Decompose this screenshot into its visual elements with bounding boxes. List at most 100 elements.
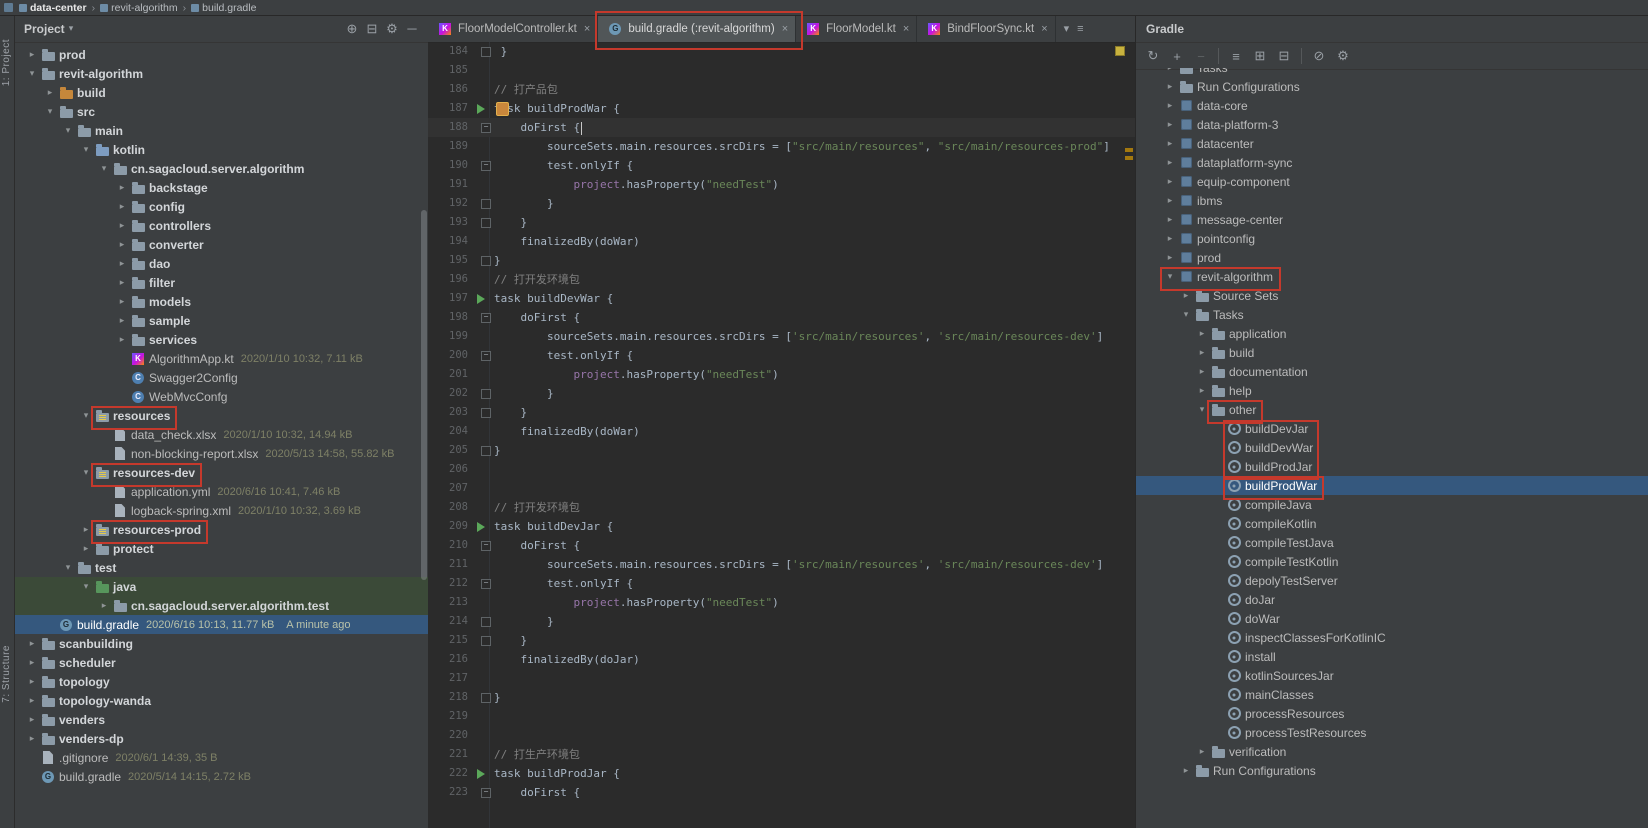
code-line-193[interactable]: 193 } xyxy=(428,213,1135,232)
fold-marker-icon[interactable] xyxy=(481,389,491,399)
breadcrumb-item-data-center[interactable]: data-center xyxy=(19,2,87,14)
collapsed-arrow-icon[interactable]: ▸ xyxy=(1196,366,1208,377)
project-item-main[interactable]: ▾main xyxy=(14,121,428,140)
collapsed-arrow-icon[interactable]: ▸ xyxy=(44,87,56,98)
collapsed-arrow-icon[interactable]: ▸ xyxy=(1164,100,1176,111)
collapsed-arrow-icon[interactable]: ▸ xyxy=(1180,290,1192,301)
expanded-arrow-icon[interactable]: ▾ xyxy=(1180,309,1192,320)
project-item-resources-dev[interactable]: ▾resources-dev xyxy=(14,463,428,482)
collapsed-arrow-icon[interactable]: ▸ xyxy=(1164,68,1176,73)
code-line-198[interactable]: 198− doFirst { xyxy=(428,308,1135,327)
gradle-settings-button[interactable]: ⚙ xyxy=(1332,45,1354,67)
fold-marker-icon[interactable] xyxy=(481,636,491,646)
hidden-tabs-button[interactable]: ▾ xyxy=(1064,22,1070,35)
collapsed-arrow-icon[interactable]: ▸ xyxy=(116,201,128,212)
code-line-220[interactable]: 220 xyxy=(428,726,1135,745)
project-item-models[interactable]: ▸models xyxy=(14,292,428,311)
stripe-structure-button[interactable]: 7: Structure xyxy=(1,645,12,703)
collapsed-arrow-icon[interactable]: ▸ xyxy=(1164,157,1176,168)
code-line-191[interactable]: 191 project.hasProperty("needTest") xyxy=(428,175,1135,194)
project-item-revit-algorithm[interactable]: ▾revit-algorithm xyxy=(14,64,428,83)
gradle-item-source-sets[interactable]: ▸Source Sets xyxy=(1136,286,1648,305)
expanded-arrow-icon[interactable]: ▾ xyxy=(26,68,38,79)
project-item-data-check-xlsx[interactable]: data_check.xlsx2020/1/10 10:32, 14.94 kB xyxy=(14,425,428,444)
project-item-cn-sagacloud-server-algorithm[interactable]: ▾cn.sagacloud.server.algorithm xyxy=(14,159,428,178)
project-item-sample[interactable]: ▸sample xyxy=(14,311,428,330)
collapsed-arrow-icon[interactable]: ▸ xyxy=(1164,176,1176,187)
fold-marker-icon[interactable]: − xyxy=(481,123,491,133)
project-item-converter[interactable]: ▸converter xyxy=(14,235,428,254)
project-item-controllers[interactable]: ▸controllers xyxy=(14,216,428,235)
project-item-resources-prod[interactable]: ▸resources-prod xyxy=(14,520,428,539)
close-tab-icon[interactable]: × xyxy=(584,23,590,35)
gradle-item-run-configurations[interactable]: ▸Run Configurations xyxy=(1136,77,1648,96)
project-item-gitignore[interactable]: .gitignore2020/6/1 14:39, 35 B xyxy=(14,748,428,767)
gradle-item-documentation[interactable]: ▸documentation xyxy=(1136,362,1648,381)
expanded-arrow-icon[interactable]: ▾ xyxy=(1164,271,1176,282)
gradle-item-application[interactable]: ▸application xyxy=(1136,324,1648,343)
code-line-209[interactable]: 209task buildDevJar { xyxy=(428,517,1135,536)
project-item-protect[interactable]: ▸protect xyxy=(14,539,428,558)
code-line-190[interactable]: 190− test.onlyIf { xyxy=(428,156,1135,175)
project-item-scanbuilding[interactable]: ▸scanbuilding xyxy=(14,634,428,653)
refresh-gradle-button[interactable]: ↻ xyxy=(1142,45,1164,67)
collapsed-arrow-icon[interactable]: ▸ xyxy=(26,676,38,687)
expanded-arrow-icon[interactable]: ▾ xyxy=(98,163,110,174)
project-item-java[interactable]: ▾java xyxy=(14,577,428,596)
fold-marker-icon[interactable] xyxy=(481,47,491,57)
run-task-icon[interactable] xyxy=(477,104,485,114)
project-item-cn-sagacloud-server-algorithm-test[interactable]: ▸cn.sagacloud.server.algorithm.test xyxy=(14,596,428,615)
fold-marker-icon[interactable]: − xyxy=(481,161,491,171)
locate-file-button[interactable]: ⊕ xyxy=(342,19,362,39)
code-line-184[interactable]: 184 } xyxy=(428,42,1135,61)
breadcrumb-item-build-gradle[interactable]: build.gradle xyxy=(191,2,256,14)
gradle-item-kotlinsourcesjar[interactable]: kotlinSourcesJar xyxy=(1136,666,1648,685)
expanded-arrow-icon[interactable]: ▾ xyxy=(80,144,92,155)
settings-button[interactable]: ⚙ xyxy=(382,19,402,39)
gradle-item-compiletestkotlin[interactable]: compileTestKotlin xyxy=(1136,552,1648,571)
gradle-item-other[interactable]: ▾other xyxy=(1136,400,1648,419)
project-item-filter[interactable]: ▸filter xyxy=(14,273,428,292)
offline-mode-button[interactable]: ⊘ xyxy=(1308,45,1330,67)
collapsed-arrow-icon[interactable]: ▸ xyxy=(116,315,128,326)
collapsed-arrow-icon[interactable]: ▸ xyxy=(1164,252,1176,263)
code-line-194[interactable]: 194 finalizedBy(doWar) xyxy=(428,232,1135,251)
project-item-swagger2config[interactable]: CSwagger2Config xyxy=(14,368,428,387)
run-task-button[interactable]: ≡ xyxy=(1225,45,1247,67)
project-item-venders-dp[interactable]: ▸venders-dp xyxy=(14,729,428,748)
project-item-algorithmapp-kt[interactable]: KAlgorithmApp.kt2020/1/10 10:32, 7.11 kB xyxy=(14,349,428,368)
code-line-211[interactable]: 211 sourceSets.main.resources.srcDirs = … xyxy=(428,555,1135,574)
fold-marker-icon[interactable]: − xyxy=(481,579,491,589)
code-line-200[interactable]: 200− test.onlyIf { xyxy=(428,346,1135,365)
close-tab-icon[interactable]: × xyxy=(1041,23,1047,35)
fold-marker-icon[interactable] xyxy=(481,218,491,228)
project-item-topology[interactable]: ▸topology xyxy=(14,672,428,691)
code-line-189[interactable]: 189 sourceSets.main.resources.srcDirs = … xyxy=(428,137,1135,156)
gradle-item-builddevwar[interactable]: buildDevWar xyxy=(1136,438,1648,457)
fold-marker-icon[interactable] xyxy=(481,199,491,209)
gradle-item-ibms[interactable]: ▸ibms xyxy=(1136,191,1648,210)
gradle-item-pointconfig[interactable]: ▸pointconfig xyxy=(1136,229,1648,248)
expanded-arrow-icon[interactable]: ▾ xyxy=(80,467,92,478)
gradle-item-buildprodjar[interactable]: buildProdJar xyxy=(1136,457,1648,476)
collapsed-arrow-icon[interactable]: ▸ xyxy=(1164,195,1176,206)
gradle-item-depolytestserver[interactable]: depolyTestServer xyxy=(1136,571,1648,590)
collapsed-arrow-icon[interactable]: ▸ xyxy=(26,657,38,668)
collapsed-arrow-icon[interactable]: ▸ xyxy=(1196,385,1208,396)
expanded-arrow-icon[interactable]: ▾ xyxy=(80,410,92,421)
code-line-199[interactable]: 199 sourceSets.main.resources.srcDirs = … xyxy=(428,327,1135,346)
project-item-dao[interactable]: ▸dao xyxy=(14,254,428,273)
fold-marker-icon[interactable]: − xyxy=(481,313,491,323)
collapse-all-button[interactable]: ⊟ xyxy=(362,19,382,39)
project-item-webmvcconfg[interactable]: CWebMvcConfg xyxy=(14,387,428,406)
project-item-prod[interactable]: ▸prod xyxy=(14,45,428,64)
collapsed-arrow-icon[interactable]: ▸ xyxy=(1164,138,1176,149)
expanded-arrow-icon[interactable]: ▾ xyxy=(1196,404,1208,415)
project-item-application-yml[interactable]: application.yml2020/6/16 10:41, 7.46 kB xyxy=(14,482,428,501)
expanded-arrow-icon[interactable]: ▾ xyxy=(44,106,56,117)
project-item-scheduler[interactable]: ▸scheduler xyxy=(14,653,428,672)
project-item-topology-wanda[interactable]: ▸topology-wanda xyxy=(14,691,428,710)
gradle-item-compiletestjava[interactable]: compileTestJava xyxy=(1136,533,1648,552)
collapsed-arrow-icon[interactable]: ▸ xyxy=(26,695,38,706)
gradle-item-data-platform-3[interactable]: ▸data-platform-3 xyxy=(1136,115,1648,134)
